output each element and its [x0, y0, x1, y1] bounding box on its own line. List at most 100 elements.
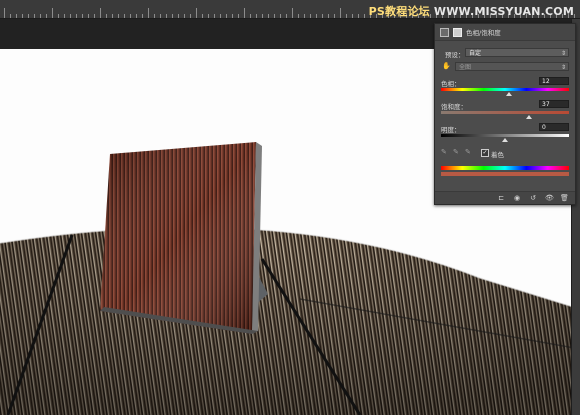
lightness-label: 明度： [441, 126, 461, 134]
ruler-tick [136, 14, 137, 18]
dropdown-arrow-icon: ⇕ [560, 64, 566, 71]
ruler-tick [286, 14, 287, 18]
panel-title: 色相/饱和度 [466, 29, 501, 37]
ruler-tick [232, 14, 233, 18]
ruler-tick [316, 14, 317, 18]
ruler-tick [280, 14, 281, 18]
ruler-tick [574, 14, 575, 18]
ruler-tick [298, 14, 299, 18]
ruler-tick [208, 14, 209, 18]
ruler-tick [202, 14, 203, 18]
ruler-tick [58, 14, 59, 18]
ruler-tick [40, 14, 41, 18]
ruler-tick [304, 14, 305, 18]
hue-saturation-panel: 色相/饱和度 预设： 自定 ⇕ ✋ 全图 ⇕ 色相： 12 饱和度： 37 明度… [434, 23, 576, 205]
ruler-tick [358, 14, 359, 18]
watermark-site: WWW.MISSYUAN.COM [433, 5, 574, 18]
ruler-tick [262, 14, 263, 18]
ruler-tick [178, 14, 179, 18]
lightness-slider-thumb[interactable] [502, 138, 508, 142]
ruler-tick [352, 14, 353, 18]
hue-input[interactable]: 12 [539, 77, 569, 85]
ruler-tick [340, 8, 341, 18]
ruler-tick [268, 14, 269, 18]
ruler-tick [124, 14, 125, 18]
eyedropper-minus-icon[interactable]: ✎ [465, 148, 471, 156]
reset-icon[interactable]: ↺ [529, 194, 537, 202]
ruler-tick [46, 14, 47, 18]
ruler-tick [154, 14, 155, 18]
ruler-tick [148, 8, 149, 18]
ruler-tick [22, 14, 23, 18]
ruler-tick [214, 14, 215, 18]
saturation-slider-thumb[interactable] [526, 115, 533, 119]
ruler-tick [94, 14, 95, 18]
output-spectrum-bar [441, 172, 569, 176]
preset-dropdown[interactable]: 自定 ⇕ [465, 48, 569, 57]
watermark-ps: PS教程论坛 [368, 5, 430, 18]
ruler-tick [16, 14, 17, 18]
channel-dropdown[interactable]: 全图 ⇕ [455, 62, 569, 71]
ruler-tick [346, 14, 347, 18]
ruler-tick [334, 14, 335, 18]
preset-label: 预设： [445, 51, 465, 59]
ruler-tick [364, 14, 365, 18]
saturation-input[interactable]: 37 [539, 100, 569, 108]
ruler-tick [118, 14, 119, 18]
saturation-label: 饱和度： [441, 103, 467, 111]
watermark: PS教程论坛 WWW.MISSYUAN.COM [369, 3, 574, 19]
ruler-tick [52, 8, 53, 18]
ruler-tick [28, 14, 29, 18]
eyedropper-icon[interactable]: ✎ [441, 148, 447, 156]
ruler-tick [196, 8, 197, 18]
channel-value: 全图 [459, 64, 472, 71]
mask-icon[interactable] [453, 27, 462, 37]
visibility-icon[interactable]: 👁 [545, 194, 554, 202]
view-previous-icon[interactable]: ◉ [513, 194, 521, 202]
lightness-slider-track[interactable] [441, 134, 569, 137]
hue-slider-track[interactable] [441, 88, 569, 91]
ruler-tick [70, 14, 71, 18]
ruler-tick [106, 14, 107, 18]
delete-icon[interactable]: 🗑 [560, 194, 569, 202]
lightness-input[interactable]: 0 [539, 123, 569, 131]
ruler-tick [64, 14, 65, 18]
ruler-tick [166, 14, 167, 18]
hand-target-icon[interactable]: ✋ [442, 62, 451, 70]
ruler-tick [250, 14, 251, 18]
ruler-tick [10, 14, 11, 18]
ruler-tick [184, 14, 185, 18]
ruler-tick [160, 14, 161, 18]
ruler-tick [4, 8, 5, 18]
panel-footer: ⊏ ◉ ↺ 👁 🗑 [435, 191, 575, 204]
colorize-checkbox[interactable]: ✓ [481, 149, 489, 157]
clip-to-layer-icon[interactable]: ⊏ [497, 194, 505, 202]
ruler-tick [76, 14, 77, 18]
ruler-tick [112, 14, 113, 18]
eyedropper-plus-icon[interactable]: ✎ [453, 148, 459, 156]
ruler-tick [292, 8, 293, 18]
ruler-tick [322, 14, 323, 18]
saturation-slider-track[interactable] [441, 111, 569, 114]
ruler-tick [82, 14, 83, 18]
ruler-tick [172, 14, 173, 18]
ruler-tick [274, 14, 275, 18]
ruler-tick [130, 14, 131, 18]
ruler-tick [328, 14, 329, 18]
adjustment-layer-icon[interactable] [440, 27, 449, 37]
hue-slider-thumb[interactable] [505, 92, 512, 96]
ruler-tick [226, 14, 227, 18]
preset-value: 自定 [469, 50, 482, 57]
dropdown-arrow-icon: ⇕ [560, 50, 566, 57]
hue-label: 色相： [441, 80, 461, 88]
ruler-tick [190, 14, 191, 18]
ruler-tick [256, 14, 257, 18]
ruler-tick [88, 14, 89, 18]
ruler-tick [238, 14, 239, 18]
wooden-board [100, 142, 262, 334]
ruler-tick [34, 14, 35, 18]
colorize-label: 着色 [491, 151, 504, 159]
panel-header: 色相/饱和度 [435, 24, 575, 41]
wooden-floor [0, 226, 580, 415]
ruler-tick [244, 8, 245, 18]
